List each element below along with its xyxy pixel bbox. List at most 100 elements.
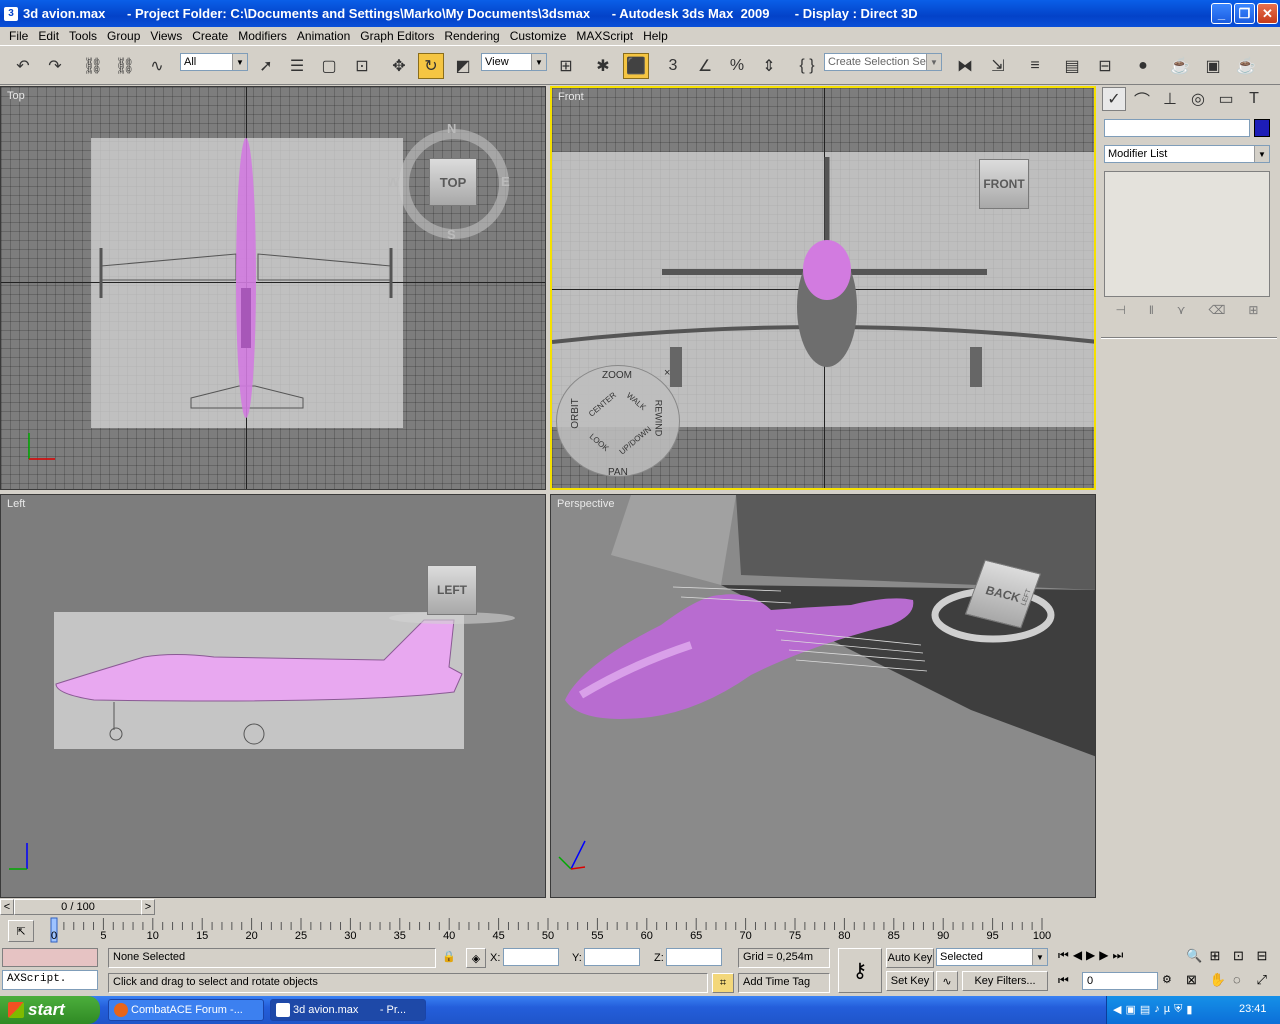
redo-icon[interactable]: ↷ [42,53,68,79]
go-to-start-icon[interactable]: ⏮ [1058,948,1069,968]
schematic-view-icon[interactable]: ⊟ [1092,53,1118,79]
select-and-rotate-icon[interactable]: ↻ [418,53,444,79]
menu-create[interactable]: Create [187,29,233,43]
configure-modifier-sets-icon[interactable]: ⊞ [1248,303,1258,323]
bind-to-space-warp-icon[interactable]: ∿ [144,53,170,79]
taskbar-item-firefox[interactable]: CombatACE Forum -... [108,999,264,1021]
viewport-perspective[interactable]: BACK LEFT Perspective [550,494,1096,898]
steering-wheel-orbit[interactable]: ORBIT [570,398,581,429]
time-slider-next-icon[interactable]: > [141,899,155,915]
viewport-top[interactable]: TOP N S E W Top [0,86,546,490]
modifier-stack[interactable] [1104,171,1270,297]
utilities-tab-icon[interactable]: T [1242,87,1266,111]
remove-modifier-icon[interactable]: ⌫ [1209,303,1226,323]
render-setup-icon[interactable]: ☕ [1167,53,1193,79]
tray-app-icon[interactable]: ▣ [1125,1003,1135,1016]
curve-editor-icon[interactable]: ▤ [1059,53,1085,79]
modifier-list-dropdown[interactable]: Modifier List ▼ [1104,145,1270,163]
set-key-icon[interactable]: ⚷ [838,948,882,993]
object-name-field[interactable] [1104,119,1250,137]
maxscript-mini-listener[interactable]: AXScript. [2,970,98,990]
go-to-end-icon[interactable]: ⏭ [1113,948,1124,968]
viewport-front[interactable]: FRONT ZOOM ORBIT CENTER WALK LOOK REWIND… [550,86,1096,490]
make-unique-icon[interactable]: ⋎ [1177,303,1186,323]
spinner-snap-icon[interactable]: ⇕ [756,53,782,79]
object-color-swatch[interactable] [1254,119,1270,137]
modify-tab-icon[interactable]: ⌒ [1130,87,1154,111]
snaps-toggle-icon[interactable]: 3 [660,53,686,79]
menu-help[interactable]: Help [638,29,673,43]
selection-filter-dropdown[interactable]: All ▼ [180,53,248,71]
percent-snap-icon[interactable]: % [724,53,750,79]
menu-group[interactable]: Group [102,29,145,43]
select-and-scale-icon[interactable]: ◩ [450,53,476,79]
maxscript-listener-pink[interactable] [2,948,98,967]
select-object-icon[interactable]: ➚ [253,53,279,79]
next-frame-icon[interactable]: ▶ [1099,948,1108,968]
default-in-out-tangents-icon[interactable]: ∿ [936,971,958,991]
current-frame-field[interactable]: 0 [1082,972,1158,990]
play-icon[interactable]: ▶ [1086,948,1095,968]
key-filters-button[interactable]: Key Filters... [962,971,1048,991]
selection-lock-icon[interactable]: 🔒 [442,950,456,966]
named-selection-set-dropdown[interactable]: Create Selection Set ▼ [824,53,942,71]
y-coordinate-field[interactable] [584,948,640,966]
zoom-extents-icon[interactable]: ⊡ [1233,948,1255,970]
select-and-move-icon[interactable]: ✥ [386,53,412,79]
tray-signal-icon[interactable]: ▮ [1186,1003,1192,1016]
viewport-label[interactable]: Left [7,498,25,510]
absolute-mode-transform-icon[interactable]: ◈ [466,948,486,968]
x-coordinate-field[interactable] [503,948,559,966]
menu-edit[interactable]: Edit [33,29,64,43]
z-coordinate-field[interactable] [666,948,722,966]
motion-tab-icon[interactable]: ◎ [1186,87,1210,111]
maximize-viewport-icon[interactable]: ⤢ [1257,972,1279,994]
add-time-tag[interactable]: Add Time Tag [738,973,830,993]
menu-graph-editors[interactable]: Graph Editors [355,29,439,43]
layer-manager-icon[interactable]: ≡ [1022,53,1048,79]
menu-animation[interactable]: Animation [292,29,355,43]
mirror-icon[interactable]: ⧓ [952,53,978,79]
time-configuration-icon[interactable]: ⚙ [1162,973,1178,991]
zoom-extents-all-icon[interactable]: ⊟ [1257,948,1279,970]
key-selection-dropdown[interactable]: Selected ▼ [936,948,1048,966]
unlink-icon[interactable]: ⛓ [112,53,138,79]
menu-maxscript[interactable]: MAXScript [571,29,638,43]
material-editor-icon[interactable]: ● [1130,53,1156,79]
viewcube-front[interactable]: FRONT [979,159,1029,209]
steering-wheel-pan[interactable]: PAN [608,467,628,478]
zoom-all-icon[interactable]: ⊞ [1210,948,1232,970]
tray-chevron-icon[interactable]: ◀ [1113,1003,1121,1016]
window-crossing-icon[interactable]: ⊡ [349,53,375,79]
pivot-center-icon[interactable]: ⊞ [553,53,579,79]
rectangular-selection-icon[interactable]: ▢ [316,53,342,79]
menu-rendering[interactable]: Rendering [439,29,504,43]
tray-security-icon[interactable]: ⛨ [1174,1003,1182,1016]
previous-frame-icon[interactable]: ◀ [1073,948,1082,968]
orbit-icon[interactable]: ◌ [1233,972,1255,994]
select-by-name-icon[interactable]: ☰ [284,53,310,79]
viewport-left[interactable]: LEFT Left [0,494,546,898]
tray-volume-icon[interactable]: ♪ [1154,1003,1160,1016]
restore-button[interactable]: ❐ [1234,3,1255,24]
steering-wheel-close-icon[interactable]: × [664,367,670,379]
menu-customize[interactable]: Customize [505,29,572,43]
menu-views[interactable]: Views [145,29,187,43]
hierarchy-tab-icon[interactable]: ⊥ [1158,87,1182,111]
pan-view-icon[interactable]: ✋ [1210,972,1232,994]
time-tag-icon[interactable]: ⌗ [712,973,734,993]
time-slider-thumb[interactable]: 0 / 100 [14,899,142,915]
align-icon[interactable]: ⇲ [985,53,1011,79]
rendered-frame-window-icon[interactable]: ▣ [1200,53,1226,79]
show-end-result-icon[interactable]: ‖ [1149,303,1154,323]
quick-render-teapot-icon[interactable]: ☕ [1233,53,1259,79]
tray-utorrent-icon[interactable]: µ [1164,1003,1170,1016]
viewport-label[interactable]: Top [7,90,25,102]
track-bar[interactable]: ⇱ 0 5 10 15 20 25 30 35 40 45 50 55 60 65 70 75 80 85 90 95… [0,916,1098,946]
keyboard-shortcut-override-icon[interactable]: ⬛ [623,53,649,79]
select-and-manipulate-icon[interactable]: ✱ [590,53,616,79]
minimize-button[interactable]: _ [1211,3,1232,24]
create-tab-icon[interactable]: ✓ [1102,87,1126,111]
viewcube-top[interactable]: TOP [429,158,477,206]
angle-snap-icon[interactable]: ∠ [692,53,718,79]
